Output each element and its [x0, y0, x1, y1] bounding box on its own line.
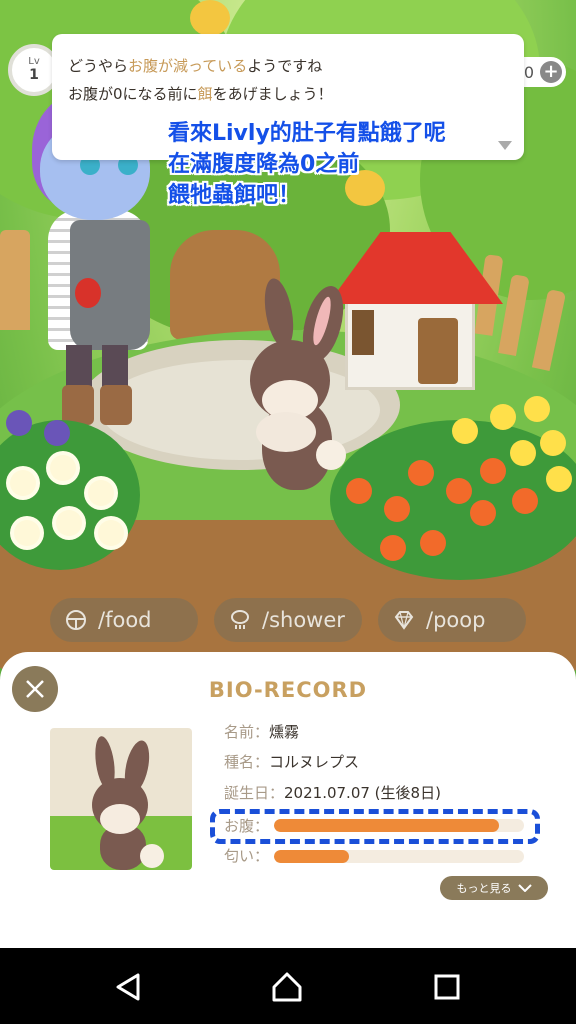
dialog-line-1: どうやらお腹が減っているようですね [68, 52, 508, 80]
pet-portrait [50, 728, 192, 870]
flower [480, 458, 506, 484]
annotation-caption: 看來Livly的肚子有點餓了呢 在滿腹度降為0之前 餵牠蟲餌吧！ [168, 118, 446, 211]
flower [420, 530, 446, 556]
birthday-row: 誕生日：2021.07.07 (生後8日) [224, 783, 441, 803]
flower [6, 410, 32, 436]
show-more-label: もっと見る [456, 882, 512, 895]
dialog-text: ようですね [247, 57, 323, 75]
house-door [418, 318, 458, 384]
flower [470, 500, 496, 526]
game-scene[interactable]: Lv 1 0 + どうやらお腹が減っているようですね お腹が0になる前に餌をあげ… [0, 0, 576, 700]
birthday-value: 2021.07.07 (生後8日) [284, 784, 441, 802]
add-currency-button[interactable]: + [540, 61, 562, 83]
recents-icon [434, 974, 460, 1000]
flower [14, 520, 40, 546]
flower [56, 510, 82, 536]
smell-key: 匂い： [224, 847, 270, 865]
birthday-key: 誕生日： [224, 784, 285, 802]
flower [524, 396, 550, 422]
caption-line: 看來Livly的肚子有點餓了呢 [168, 121, 446, 146]
shower-label: /shower [262, 608, 345, 632]
tree-fruit [190, 0, 230, 36]
bio-record-panel: BIO-RECORD 名前：燻霧 種名：コルヌレプス 誕生日：2021.07.0… [0, 652, 576, 948]
name-key: 名前： [224, 723, 270, 741]
fence-post [531, 289, 567, 371]
dialog-line-2: お腹が0になる前に餌をあげましょう！ [68, 80, 508, 108]
smell-bar [274, 850, 524, 863]
food-label: /food [98, 608, 152, 632]
caption-line: 在滿腹度降為0之前 [168, 152, 360, 177]
species-value: コルヌレプス [269, 753, 360, 771]
poop-button[interactable]: /poop [378, 598, 526, 642]
dialog-text: どうやら [68, 57, 129, 75]
currency-value: 0 [523, 62, 534, 82]
name-row: 名前：燻霧 [224, 722, 299, 742]
level-value: 1 [29, 67, 39, 83]
species-row: 種名：コルヌレプス [224, 752, 359, 772]
avatar-boot [100, 385, 132, 425]
caption-line: 餵牠蟲餌吧！ [168, 183, 301, 208]
recents-button[interactable] [430, 970, 464, 1004]
flower [88, 480, 114, 506]
dialog-text: お腹が0になる前に [68, 85, 198, 103]
flower [510, 440, 536, 466]
poop-icon [394, 611, 414, 630]
house-window [352, 310, 374, 355]
fence-post [0, 230, 30, 330]
poop-label: /poop [426, 608, 486, 632]
flower [98, 520, 124, 546]
dialog-next-icon [498, 141, 512, 150]
flower [490, 404, 516, 430]
flower [452, 418, 478, 444]
flower [384, 496, 410, 522]
species-key: 種名： [224, 753, 270, 771]
smell-row: 匂い： [224, 846, 269, 866]
dialog-highlight: 餌 [197, 85, 213, 103]
pet-chest [256, 412, 316, 452]
portrait-face [100, 804, 140, 834]
flower [10, 470, 36, 496]
back-icon [116, 973, 140, 1001]
flower [408, 460, 434, 486]
flower [50, 455, 76, 481]
flower [540, 430, 566, 456]
hunger-highlight-box [210, 809, 540, 844]
food-button[interactable]: /food [50, 598, 198, 642]
shower-icon [231, 610, 249, 629]
flower [546, 466, 572, 492]
flower [44, 420, 70, 446]
smell-bar-fill [274, 850, 349, 863]
dialog-highlight: お腹が減っている [128, 57, 248, 75]
panel-title: BIO-RECORD [208, 678, 368, 702]
flower [346, 478, 372, 504]
back-button[interactable] [112, 970, 146, 1004]
food-icon [66, 610, 86, 630]
flower [512, 488, 538, 514]
flower [380, 535, 406, 561]
chevron-down-icon [517, 884, 532, 892]
dialog-text: をあげましょう！ [212, 85, 333, 103]
avatar-boot [62, 385, 94, 425]
flower [446, 478, 472, 504]
home-icon [272, 972, 302, 1002]
avatar-bag [75, 278, 101, 308]
portrait-tail [140, 844, 164, 868]
system-nav-bar [0, 948, 576, 1024]
home-button[interactable] [270, 970, 304, 1004]
name-value: 燻霧 [269, 723, 300, 741]
shower-button[interactable]: /shower [214, 598, 362, 642]
level-label: Lv [28, 56, 40, 67]
tree-trunk [170, 230, 280, 340]
show-more-button[interactable]: もっと見る [440, 876, 548, 900]
